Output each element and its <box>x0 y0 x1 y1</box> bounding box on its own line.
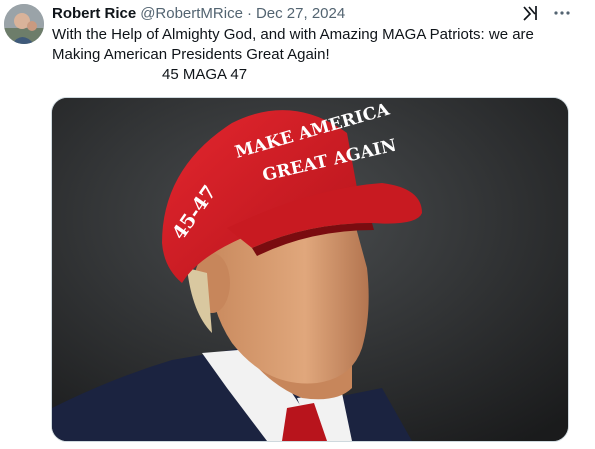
more-icon[interactable] <box>554 11 570 15</box>
tweet-actions-top <box>522 4 570 22</box>
tweet-text-line: Making American Presidents Great Again! <box>52 46 330 63</box>
avatar[interactable] <box>4 4 44 44</box>
tweet[interactable]: Robert Rice @RobertMRice · Dec 27, 2024 … <box>0 0 595 449</box>
tweet-header: Robert Rice @RobertMRice · Dec 27, 2024 <box>52 3 345 23</box>
user-handle[interactable]: @RobertMRice <box>140 5 243 22</box>
tweet-photo[interactable]: MAKE AMERICA GREAT AGAIN 45-47 <box>51 97 569 442</box>
separator-dot: · <box>246 4 252 22</box>
tweet-date[interactable]: Dec 27, 2024 <box>256 5 345 22</box>
tweet-text-line: 45 MAGA 47 <box>162 66 248 83</box>
display-name[interactable]: Robert Rice <box>52 5 136 22</box>
tweet-text-line: With the Help of Almighty God, and with … <box>52 26 534 43</box>
tweet-text: With the Help of Almighty God, and with … <box>52 25 572 85</box>
grok-icon[interactable] <box>522 4 540 22</box>
